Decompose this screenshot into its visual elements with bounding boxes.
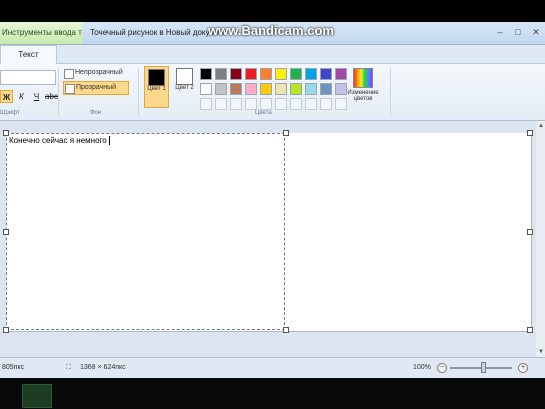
palette-empty-swatch[interactable] — [320, 98, 332, 110]
recording-watermark: www.Bandicam.com — [208, 23, 334, 38]
font-group-label: Шрифт — [0, 110, 20, 116]
text-box-content[interactable]: Конечно сейчас я немного — [9, 136, 110, 146]
palette-color-swatch[interactable] — [215, 68, 227, 80]
palette-empty-swatch[interactable] — [260, 98, 272, 110]
palette-color-swatch[interactable] — [230, 68, 242, 80]
color2-swatch — [176, 68, 193, 85]
window-controls: – □ ✕ — [495, 27, 541, 37]
palette-color-swatch[interactable] — [275, 68, 287, 80]
divider — [58, 68, 59, 116]
palette-color-swatch[interactable] — [215, 83, 227, 95]
taskbar — [0, 378, 545, 409]
bold-button[interactable]: Ж — [0, 90, 13, 103]
palette-empty-swatch[interactable] — [290, 98, 302, 110]
color2-button[interactable]: Цвет 2 — [172, 66, 197, 108]
zoom-out-button[interactable]: − — [437, 363, 447, 373]
palette-color-swatch[interactable] — [320, 83, 332, 95]
resize-handle[interactable] — [527, 130, 533, 136]
maximize-icon[interactable]: □ — [513, 27, 523, 37]
palette-empty-swatch[interactable] — [230, 98, 242, 110]
opaque-option[interactable]: Непрозрачный — [63, 67, 123, 79]
edit-colors-icon — [353, 68, 373, 88]
cursor-position: 805пкс — [2, 364, 25, 371]
palette-empty-swatch[interactable] — [200, 98, 212, 110]
color-palette — [200, 68, 347, 110]
resize-handle[interactable] — [527, 229, 533, 235]
context-tab-text-tools[interactable]: Инструменты ввода текста — [0, 22, 82, 44]
ribbon-tabs: Текст — [0, 45, 545, 64]
title-bar: Инструменты ввода текста Точечный рисуно… — [0, 22, 545, 45]
scroll-up-icon[interactable]: ▲ — [538, 123, 544, 129]
zoom-in-button[interactable]: + — [518, 363, 528, 373]
color1-swatch — [148, 69, 165, 86]
zoom-level: 100% — [413, 364, 431, 371]
window-title: Точечный рисунок в Новый документ — [90, 28, 228, 37]
palette-color-swatch[interactable] — [200, 68, 212, 80]
scroll-down-icon[interactable]: ▼ — [538, 349, 544, 355]
zoom-slider-thumb[interactable] — [481, 362, 486, 373]
canvas-size-icon: ⛶ — [66, 364, 71, 371]
canvas-size: 1368 × 624пкс — [80, 364, 126, 371]
edit-colors-label: Изменение цветов — [347, 90, 379, 102]
format-buttons: Ж К Ч abc — [0, 90, 58, 103]
background-group-label: Фон — [90, 110, 102, 116]
palette-color-swatch[interactable] — [320, 68, 332, 80]
text-caret — [108, 136, 110, 146]
resize-handle[interactable] — [3, 130, 9, 136]
minimize-icon[interactable]: – — [495, 27, 505, 37]
opaque-label: Непрозрачный — [75, 69, 123, 76]
taskbar-app-icon[interactable] — [22, 384, 52, 408]
resize-handle[interactable] — [3, 327, 9, 333]
palette-empty-swatch[interactable] — [245, 98, 257, 110]
divider — [138, 68, 139, 116]
resize-handle[interactable] — [283, 130, 289, 136]
resize-handle[interactable] — [283, 327, 289, 333]
close-icon[interactable]: ✕ — [531, 27, 541, 37]
palette-color-swatch[interactable] — [245, 83, 257, 95]
palette-empty-swatch[interactable] — [275, 98, 287, 110]
divider — [390, 68, 391, 116]
status-bar: 805пкс ⛶ 1368 × 624пкс 100% − + — [0, 357, 545, 378]
strikethrough-button[interactable]: abc — [45, 90, 58, 103]
italic-button[interactable]: К — [15, 90, 28, 103]
tab-text[interactable]: Текст — [0, 45, 57, 64]
palette-color-swatch[interactable] — [260, 83, 272, 95]
resize-handle[interactable] — [3, 229, 9, 235]
ribbon: Ж К Ч abc Шрифт Непрозрачный Прозрачный … — [0, 64, 545, 121]
palette-color-swatch[interactable] — [305, 68, 317, 80]
transparent-label: Прозрачный — [76, 84, 117, 91]
color1-label: Цвет 1 — [147, 86, 166, 92]
opaque-icon — [64, 69, 74, 79]
palette-color-swatch[interactable] — [290, 68, 302, 80]
palette-color-swatch[interactable] — [275, 83, 287, 95]
vertical-scrollbar[interactable]: ▲ ▼ — [536, 121, 545, 357]
palette-color-swatch[interactable] — [245, 68, 257, 80]
typed-text: Конечно сейчас я немного — [9, 136, 107, 145]
colors-group-label: Цвета — [255, 110, 272, 116]
transparent-option[interactable]: Прозрачный — [63, 81, 129, 95]
palette-empty-swatch[interactable] — [305, 98, 317, 110]
resize-handle[interactable] — [527, 327, 533, 333]
underline-button[interactable]: Ч — [30, 90, 43, 103]
paint-window: Инструменты ввода текста Точечный рисуно… — [0, 0, 545, 409]
palette-empty-swatch[interactable] — [215, 98, 227, 110]
color2-label: Цвет 2 — [175, 85, 194, 91]
palette-color-swatch[interactable] — [260, 68, 272, 80]
text-box[interactable]: Конечно сейчас я немного — [6, 133, 285, 330]
font-size-select[interactable] — [0, 70, 56, 85]
canvas-workspace: Конечно сейчас я немного ▲ ▼ — [0, 121, 545, 357]
palette-color-swatch[interactable] — [230, 83, 242, 95]
palette-color-swatch[interactable] — [305, 83, 317, 95]
edit-colors-button[interactable]: Изменение цветов — [346, 66, 380, 110]
palette-color-swatch[interactable] — [290, 83, 302, 95]
drawing-canvas[interactable]: Конечно сейчас я немного — [3, 130, 533, 333]
color1-button[interactable]: Цвет 1 — [144, 66, 169, 108]
palette-color-swatch[interactable] — [200, 83, 212, 95]
transparent-icon — [65, 84, 75, 94]
